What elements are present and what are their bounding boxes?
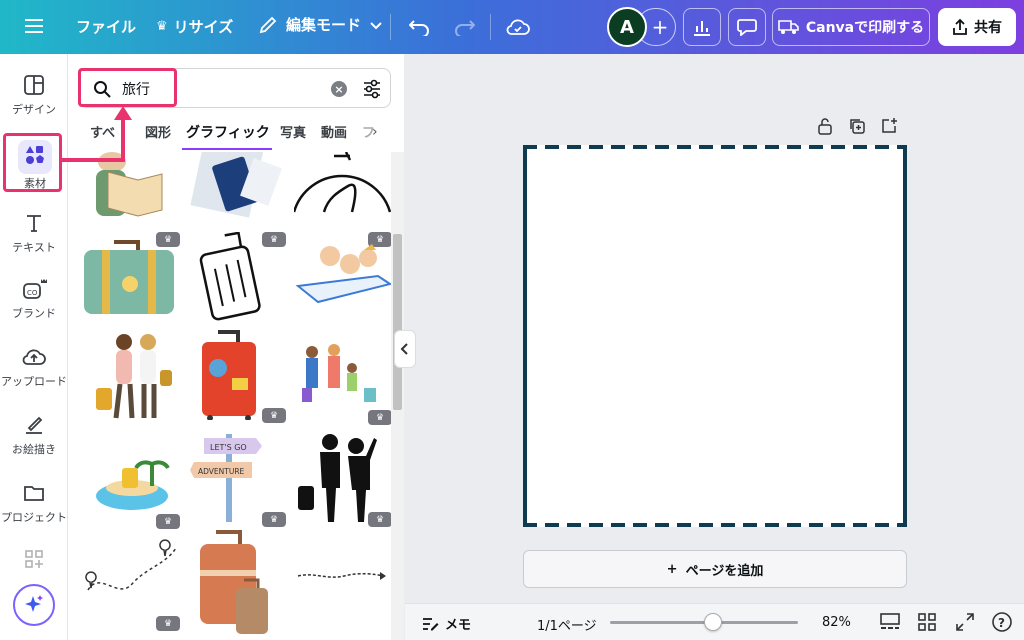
rail-label: ブランド: [12, 307, 56, 320]
share-icon: [953, 18, 967, 35]
graphic-line-art-suitcase[interactable]: [188, 231, 288, 327]
notes-button[interactable]: メモ: [421, 614, 471, 633]
annotation-arrow: [62, 106, 132, 162]
rail-item-brand[interactable]: CO ブランド: [0, 278, 68, 342]
rail-label: アップロード: [1, 375, 67, 388]
apps-icon: [25, 550, 43, 568]
print-with-canva-button[interactable]: Canvaで印刷する: [772, 8, 930, 46]
notes-icon: [423, 617, 439, 630]
scrollbar-thumb[interactable]: [393, 234, 402, 410]
graphic-red-suitcase-stickers[interactable]: ♛: [188, 328, 288, 423]
bar-chart-icon: [694, 21, 710, 36]
undo-icon[interactable]: [406, 13, 434, 41]
grid-view-icon[interactable]: [917, 612, 937, 632]
graphic-brown-luggage-set[interactable]: [188, 530, 288, 640]
crown-icon: ♛: [368, 512, 392, 527]
chevron-down-icon: [370, 21, 382, 29]
graphic-couple-silhouette[interactable]: ♛: [294, 432, 394, 527]
divider: [390, 14, 391, 40]
page-view-icon[interactable]: [879, 612, 901, 632]
graphic-dotted-arrow[interactable]: [294, 536, 394, 631]
rail-item-projects[interactable]: プロジェクト: [0, 482, 68, 546]
insights-button[interactable]: [683, 8, 721, 46]
tab-videos[interactable]: 動画: [321, 122, 347, 141]
page-toolbar: [816, 117, 898, 135]
graphic-dotted-travel-path[interactable]: ♛: [82, 536, 182, 631]
collapse-panel-button[interactable]: [394, 330, 416, 368]
notes-label: メモ: [445, 618, 472, 633]
rail-label: プロジェクト: [1, 511, 67, 524]
design-page[interactable]: [523, 145, 907, 527]
zoom-slider-knob[interactable]: [704, 613, 723, 631]
plus-icon: +: [666, 561, 678, 577]
add-page-button[interactable]: + ページを追加: [523, 550, 907, 588]
svg-text:CO: CO: [27, 289, 38, 297]
sign-top-text: LET'S GO: [210, 443, 247, 452]
redo-icon[interactable]: [450, 13, 478, 41]
rail-item-draw[interactable]: お絵描き: [0, 414, 68, 478]
resize-label: リサイズ: [173, 18, 234, 36]
truck-icon: [778, 20, 799, 34]
add-page-label: ページを追加: [685, 563, 764, 579]
active-tab-underline: [182, 148, 272, 150]
sparkle-icon: [25, 595, 43, 612]
comment-icon: [737, 19, 757, 36]
lock-icon[interactable]: [816, 117, 834, 135]
svg-text:?: ?: [998, 616, 1005, 630]
text-icon: [27, 215, 41, 232]
zoom-slider[interactable]: [610, 613, 798, 631]
comment-button[interactable]: [728, 8, 766, 46]
graphic-lets-go-adventure-signpost[interactable]: LET'S GO ADVENTURE ♛: [188, 432, 288, 527]
rail-label: テキスト: [12, 241, 56, 254]
graphic-family-on-airplane[interactable]: [294, 234, 394, 329]
pencil-icon: [259, 16, 277, 33]
chevron-left-icon: [400, 343, 408, 355]
graphic-vintage-suitcase[interactable]: [82, 234, 182, 329]
folder-icon: [24, 486, 44, 501]
share-label: 共有: [974, 20, 1002, 36]
crown-icon: ♛: [368, 410, 392, 425]
crown-icon: ♛: [156, 514, 180, 529]
graphic-couple-with-luggage[interactable]: [82, 330, 182, 425]
rail-label: お絵描き: [12, 443, 56, 456]
edit-mode-label: 編集モード: [286, 16, 362, 34]
print-label: Canvaで印刷する: [805, 20, 925, 36]
upload-icon: [22, 349, 46, 365]
plus-icon: +: [651, 15, 669, 39]
graphic-family-travelers[interactable]: ♛: [294, 330, 394, 425]
pen-icon: [26, 416, 43, 434]
graphics-grid: ♛ ♛ ♛ ♛ ♛ ♛ LET'S GO ADVENTURE ♛ ♛ ♛: [68, 152, 404, 640]
filter-icon[interactable]: [362, 79, 382, 99]
edit-mode-dropdown[interactable]: 編集モード: [258, 14, 383, 35]
help-icon[interactable]: ?: [991, 611, 1013, 633]
chevron-right-icon[interactable]: ›: [372, 124, 378, 140]
crown-icon: ♛: [156, 616, 180, 631]
duplicate-page-icon[interactable]: [848, 117, 866, 135]
cloud-saved-icon[interactable]: [504, 13, 532, 41]
tab-graphics[interactable]: グラフィック: [186, 122, 270, 142]
sign-bottom-text: ADVENTURE: [198, 467, 245, 476]
clear-icon[interactable]: ×: [331, 81, 347, 97]
rail-item-text[interactable]: テキスト: [0, 212, 68, 276]
graphic-globe-line-drawing[interactable]: ♛: [292, 152, 394, 247]
page-indicator[interactable]: 1/1ページ: [537, 615, 597, 634]
graphic-island-with-luggage[interactable]: ♛: [82, 434, 182, 529]
avatar[interactable]: A: [607, 7, 647, 47]
divider: [490, 14, 491, 40]
zoom-level[interactable]: 82%: [822, 615, 851, 630]
fullscreen-icon[interactable]: [955, 612, 975, 632]
magic-assistant-button[interactable]: [13, 584, 55, 626]
share-button[interactable]: 共有: [938, 8, 1016, 46]
crown-icon: ♛: [262, 408, 286, 423]
crown-icon: ♛: [262, 512, 286, 527]
tab-photos[interactable]: 写真: [280, 122, 306, 141]
panel-scrollbar[interactable]: [391, 152, 404, 640]
brand-icon: CO: [23, 279, 47, 299]
bottom-bar: メモ 1/1ページ 82% ?: [405, 603, 1024, 640]
rail-item-upload[interactable]: アップロード: [0, 346, 68, 410]
add-page-icon[interactable]: [880, 117, 898, 135]
